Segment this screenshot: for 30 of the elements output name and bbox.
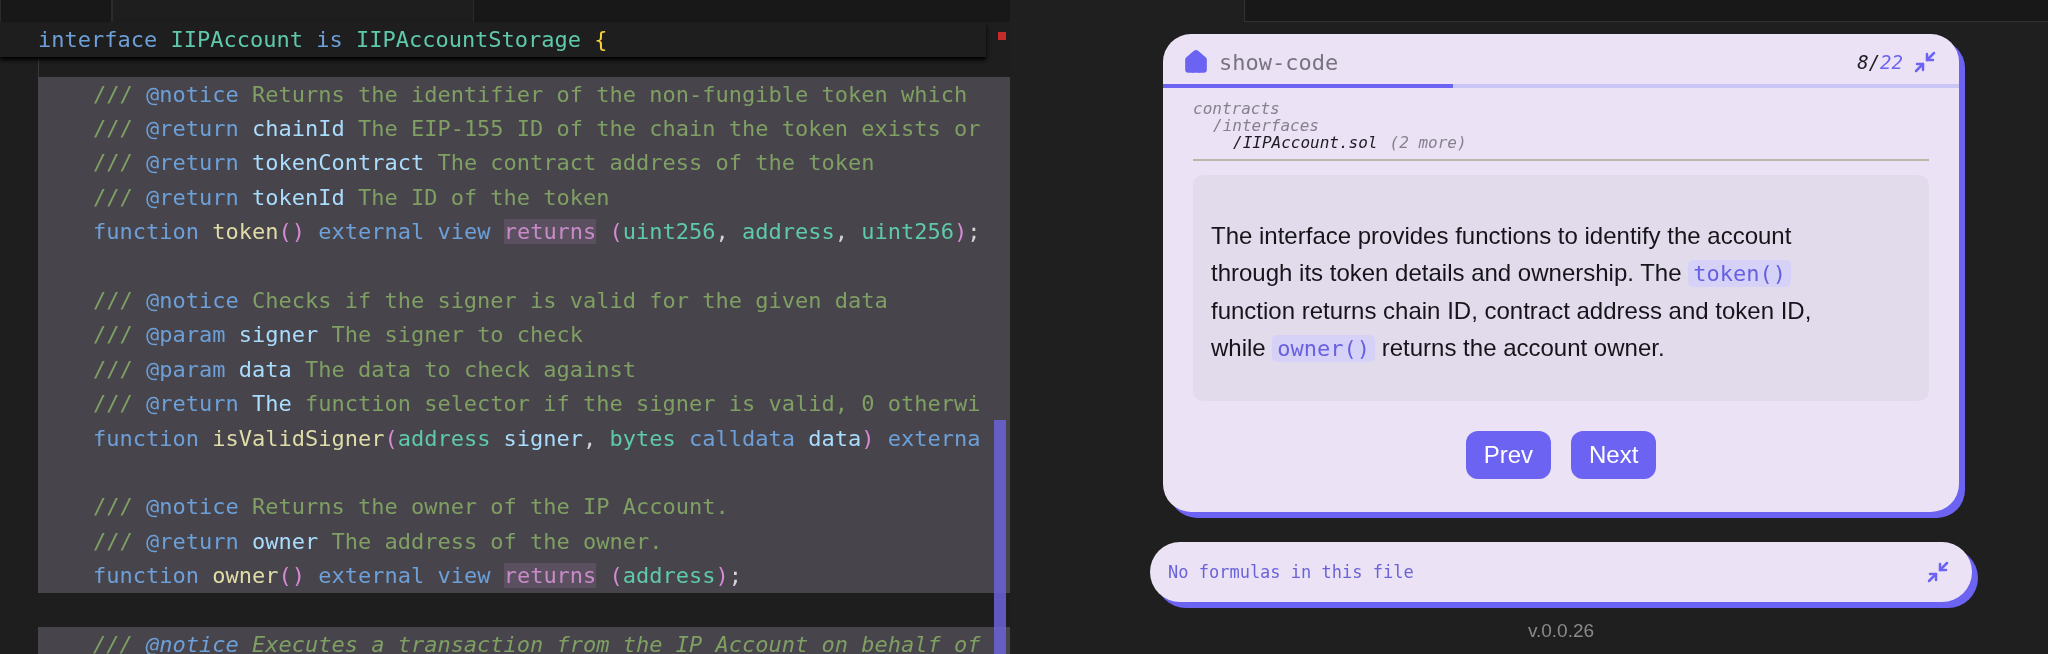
collapse-icon[interactable] (1913, 50, 1937, 74)
step-counter: 8/22 (1857, 51, 1903, 73)
explanation-text: The interface provides functions to identify the account through its token details and ownership. The token() function returns chain ID, contract address and token ID, while owner() returns the account owner. (1211, 221, 1813, 364)
code-line: /// @return owner The address of the owner. (93, 528, 663, 554)
home-icon[interactable] (1183, 49, 1209, 75)
path-label: contracts (1193, 99, 1280, 118)
code-line: /// @return chainId The EIP-155 ID of the chain the token exists or (93, 116, 981, 142)
version-label: v.0.0.26 (1527, 620, 1595, 642)
code-line: /// @notice Returns the owner of the IP Account. (93, 494, 729, 520)
path-label: /IIPAccount.sol (1233, 133, 1378, 152)
next-button[interactable]: Next (1571, 431, 1657, 479)
path-label: /interfaces (1213, 116, 1319, 135)
formulas-message: No formulas in this file (1168, 562, 1414, 582)
code-line: /// @notice Returns the identifier of the non-fungible token which (93, 81, 968, 107)
code-line: /// @param data The data to check against (93, 356, 637, 382)
code-line: /// @return tokenId The ID of the token (93, 184, 610, 210)
collapse-icon[interactable] (1926, 560, 1950, 584)
scrollbar-thumb[interactable] (994, 420, 1006, 654)
code-line: function isValidSigner(address signer, bytes calldata data) externa (93, 425, 981, 451)
code-line: function token() external view returns (uint256, address, uint256); (93, 219, 981, 245)
prev-button[interactable]: Prev (1465, 431, 1551, 479)
code-line: /// @return tokenContract The contract address of the token (93, 150, 875, 176)
code-line: /// @notice Checks if the signer is valid for the given data (93, 288, 888, 314)
more-files-note: (2 more) (1389, 133, 1467, 152)
code-line: interface IIPAccount is IIPAccountStorage { (38, 27, 608, 52)
tour-title: show-code (1219, 49, 1340, 75)
error-marker (998, 32, 1006, 40)
code-line: /// @param signer The signer to check (93, 322, 584, 348)
code-line: function owner() external view returns (address); (93, 563, 743, 589)
code-line: /// @return The function selector if the signer is valid, 0 otherwi (93, 391, 981, 417)
